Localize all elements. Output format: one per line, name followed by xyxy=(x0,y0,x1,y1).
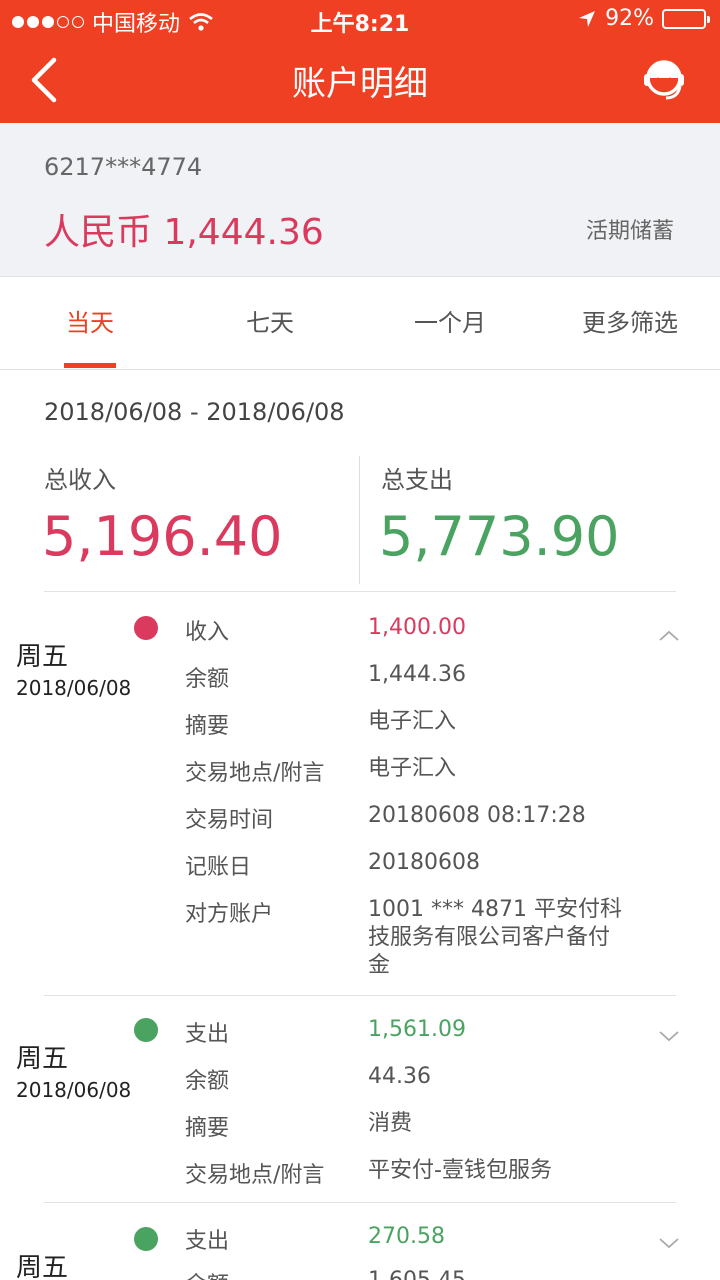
detail-value: 44.36 xyxy=(368,1064,431,1089)
detail-value: 电子汇入 xyxy=(368,756,457,781)
transaction-item[interactable]: 周五 支出 270.58 余额 1,605.45 xyxy=(0,1203,720,1280)
income-indicator-dot xyxy=(134,616,158,640)
transaction-weekday: 周五 xyxy=(16,1044,69,1074)
detail-label: 交易地点/附言 xyxy=(185,1163,325,1188)
transaction-date: 2018/06/08 xyxy=(16,676,132,700)
location-arrow-icon xyxy=(579,10,596,27)
account-number: 6217***4774 xyxy=(44,153,203,181)
detail-label: 支出 xyxy=(185,1022,230,1047)
transaction-item[interactable]: 周五 2018/06/08 支出 1,561.09 余额 44.36 摘要 消费… xyxy=(0,996,720,1202)
detail-label: 摘要 xyxy=(185,1116,230,1141)
transaction-date: 2018/06/08 xyxy=(16,1078,132,1102)
account-balance: 人民币 1,444.36 xyxy=(44,212,324,253)
total-income-value: 5,196.40 xyxy=(42,505,283,568)
detail-value: 20180608 08:17:28 xyxy=(368,803,586,828)
tab-seven-days[interactable]: 七天 xyxy=(180,277,360,369)
chevron-up-icon[interactable] xyxy=(656,626,682,646)
total-expense-label: 总支出 xyxy=(381,466,453,494)
detail-label: 支出 xyxy=(185,1229,230,1254)
customer-service-button[interactable] xyxy=(638,54,690,106)
detail-value: 1,444.36 xyxy=(368,662,466,687)
detail-label: 余额 xyxy=(185,1267,365,1280)
detail-value: 20180608 xyxy=(368,850,480,875)
transaction-weekday: 周五 xyxy=(16,642,69,672)
page-title: 账户明细 xyxy=(292,64,428,104)
status-bar: 中国移动 上午8:21 92% xyxy=(0,0,720,40)
total-expense-value: 5,773.90 xyxy=(379,505,620,568)
detail-label: 摘要 xyxy=(185,714,230,739)
date-range: 2018/06/08 - 2018/06/08 xyxy=(44,398,345,426)
nav-bar: 账户明细 xyxy=(0,40,720,123)
expense-indicator-dot xyxy=(134,1227,158,1251)
detail-row: 对方账户 1001 *** 4871 平安付科技服务有限公司客户备付金 xyxy=(185,896,705,986)
expense-amount: 270.58 xyxy=(368,1224,445,1249)
transaction-item[interactable]: 周五 2018/06/08 收入 1,400.00 余额 1,444.36 摘要… xyxy=(0,592,720,996)
account-card: 6217***4774 人民币 1,444.36 活期储蓄 xyxy=(0,123,720,276)
detail-label: 余额 xyxy=(185,667,230,692)
status-right-group: 92% xyxy=(577,6,710,31)
detail-label: 交易时间 xyxy=(185,808,274,833)
tab-more-filters[interactable]: 更多筛选 xyxy=(540,277,720,369)
income-amount: 1,400.00 xyxy=(368,615,466,640)
expense-indicator-dot xyxy=(134,1018,158,1042)
account-type: 活期储蓄 xyxy=(585,219,674,244)
detail-value: 1001 *** 4871 平安付科技服务有限公司客户备付金 xyxy=(368,897,622,978)
date-filter-tabs: 当天 七天 一个月 更多筛选 xyxy=(0,276,720,370)
detail-label: 收入 xyxy=(185,620,230,645)
chevron-down-icon[interactable] xyxy=(656,1233,682,1253)
detail-value: 电子汇入 xyxy=(368,709,457,734)
summary-divider xyxy=(359,456,360,584)
active-tab-indicator xyxy=(64,363,116,368)
app-header: 中国移动 上午8:21 92% 账户明细 xyxy=(0,0,720,123)
expense-amount: 1,561.09 xyxy=(368,1017,466,1042)
battery-percent: 92% xyxy=(605,6,654,31)
detail-label: 对方账户 xyxy=(185,902,274,927)
detail-value: 平安付-壹钱包服务 xyxy=(368,1158,552,1183)
detail-label: 余额 xyxy=(185,1069,230,1094)
detail-value: 消费 xyxy=(368,1111,413,1136)
detail-label: 记账日 xyxy=(185,855,252,880)
customer-service-icon xyxy=(644,60,684,100)
chevron-down-icon[interactable] xyxy=(656,1026,682,1046)
tab-one-month[interactable]: 一个月 xyxy=(360,277,540,369)
detail-label: 交易地点/附言 xyxy=(185,761,325,786)
detail-value: 1,605.45 xyxy=(368,1267,638,1280)
transaction-weekday: 周五 xyxy=(16,1253,69,1280)
total-income-label: 总收入 xyxy=(44,466,116,494)
battery-icon xyxy=(662,8,710,29)
tab-today[interactable]: 当天 xyxy=(0,277,180,369)
